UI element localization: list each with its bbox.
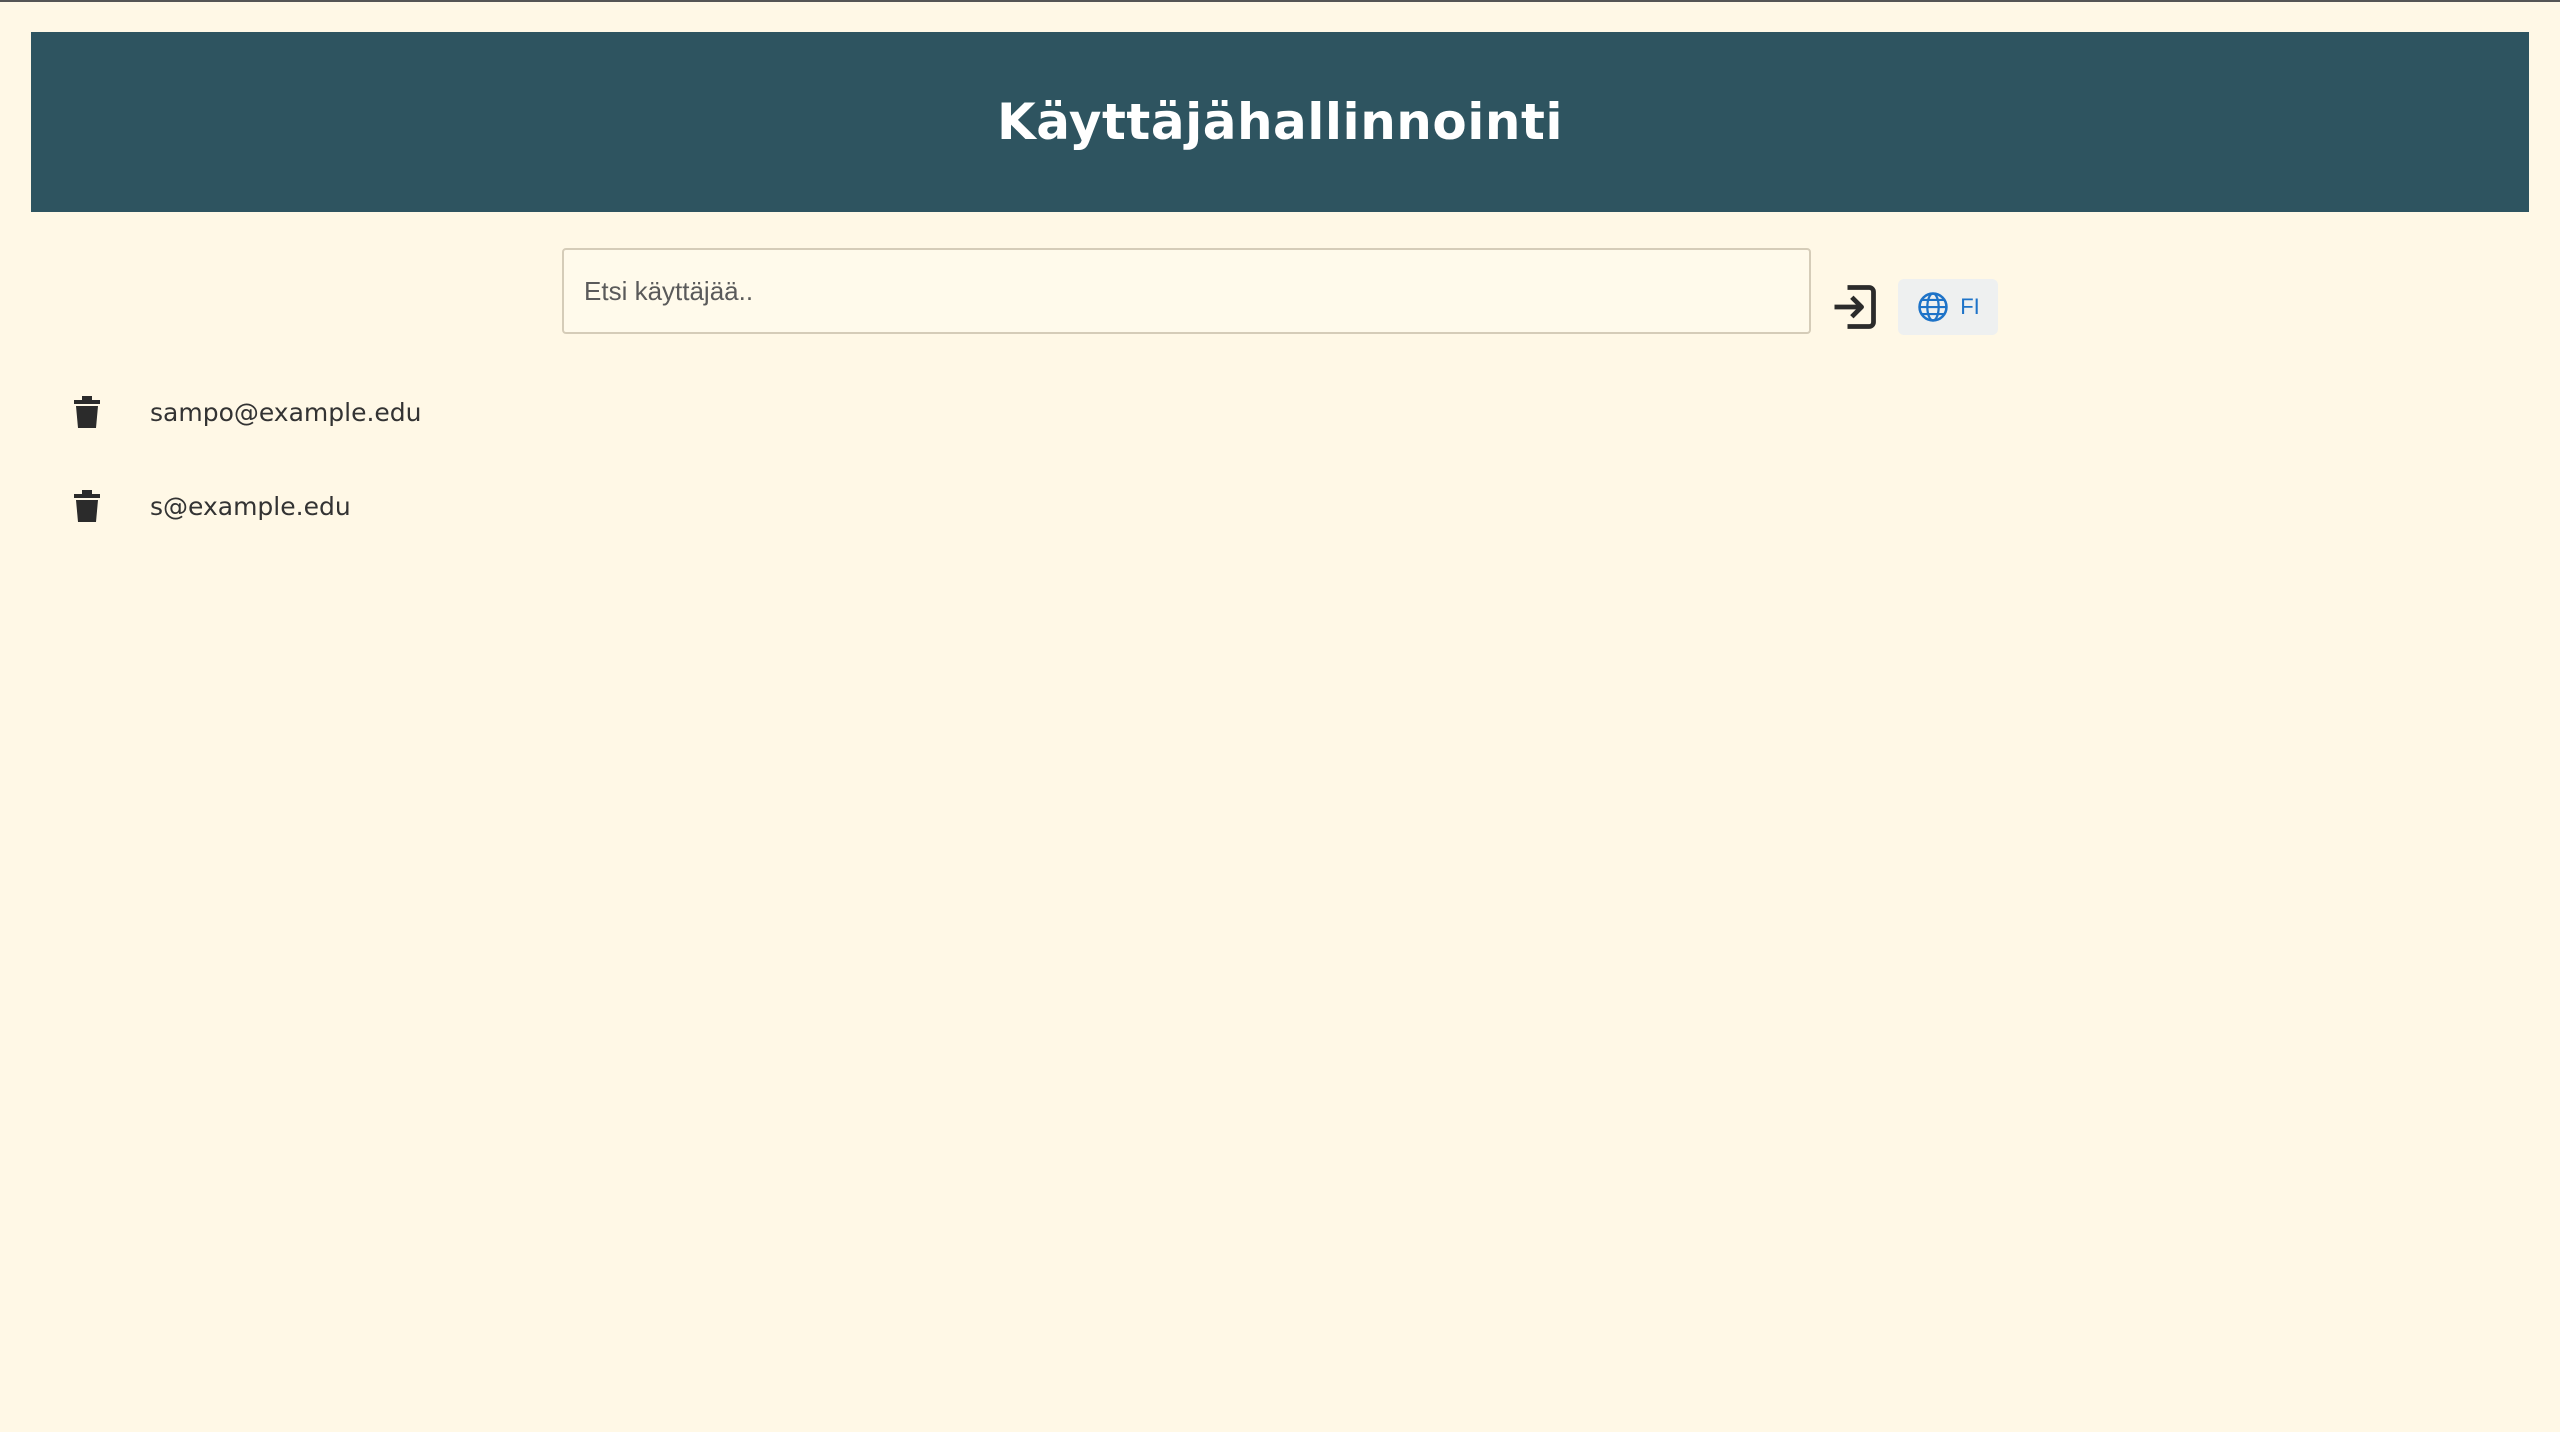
logout-icon: [1834, 285, 1876, 329]
language-button[interactable]: FI: [1898, 279, 1998, 335]
globe-icon: [1918, 292, 1948, 322]
logout-button[interactable]: [1826, 279, 1882, 335]
trash-icon: [74, 396, 100, 428]
page-title: Käyttäjähallinnointi: [996, 93, 1564, 151]
list-item: sampo@example.edu: [0, 382, 600, 442]
search-input[interactable]: [562, 248, 1811, 334]
trash-icon: [74, 490, 100, 522]
page-header: Käyttäjähallinnointi: [31, 32, 2529, 212]
language-label: FI: [1960, 294, 1980, 319]
delete-user-button[interactable]: [72, 394, 102, 430]
user-email: sampo@example.edu: [150, 397, 422, 427]
list-item: s@example.edu: [0, 476, 600, 536]
delete-user-button[interactable]: [72, 488, 102, 524]
user-email: s@example.edu: [150, 491, 351, 521]
